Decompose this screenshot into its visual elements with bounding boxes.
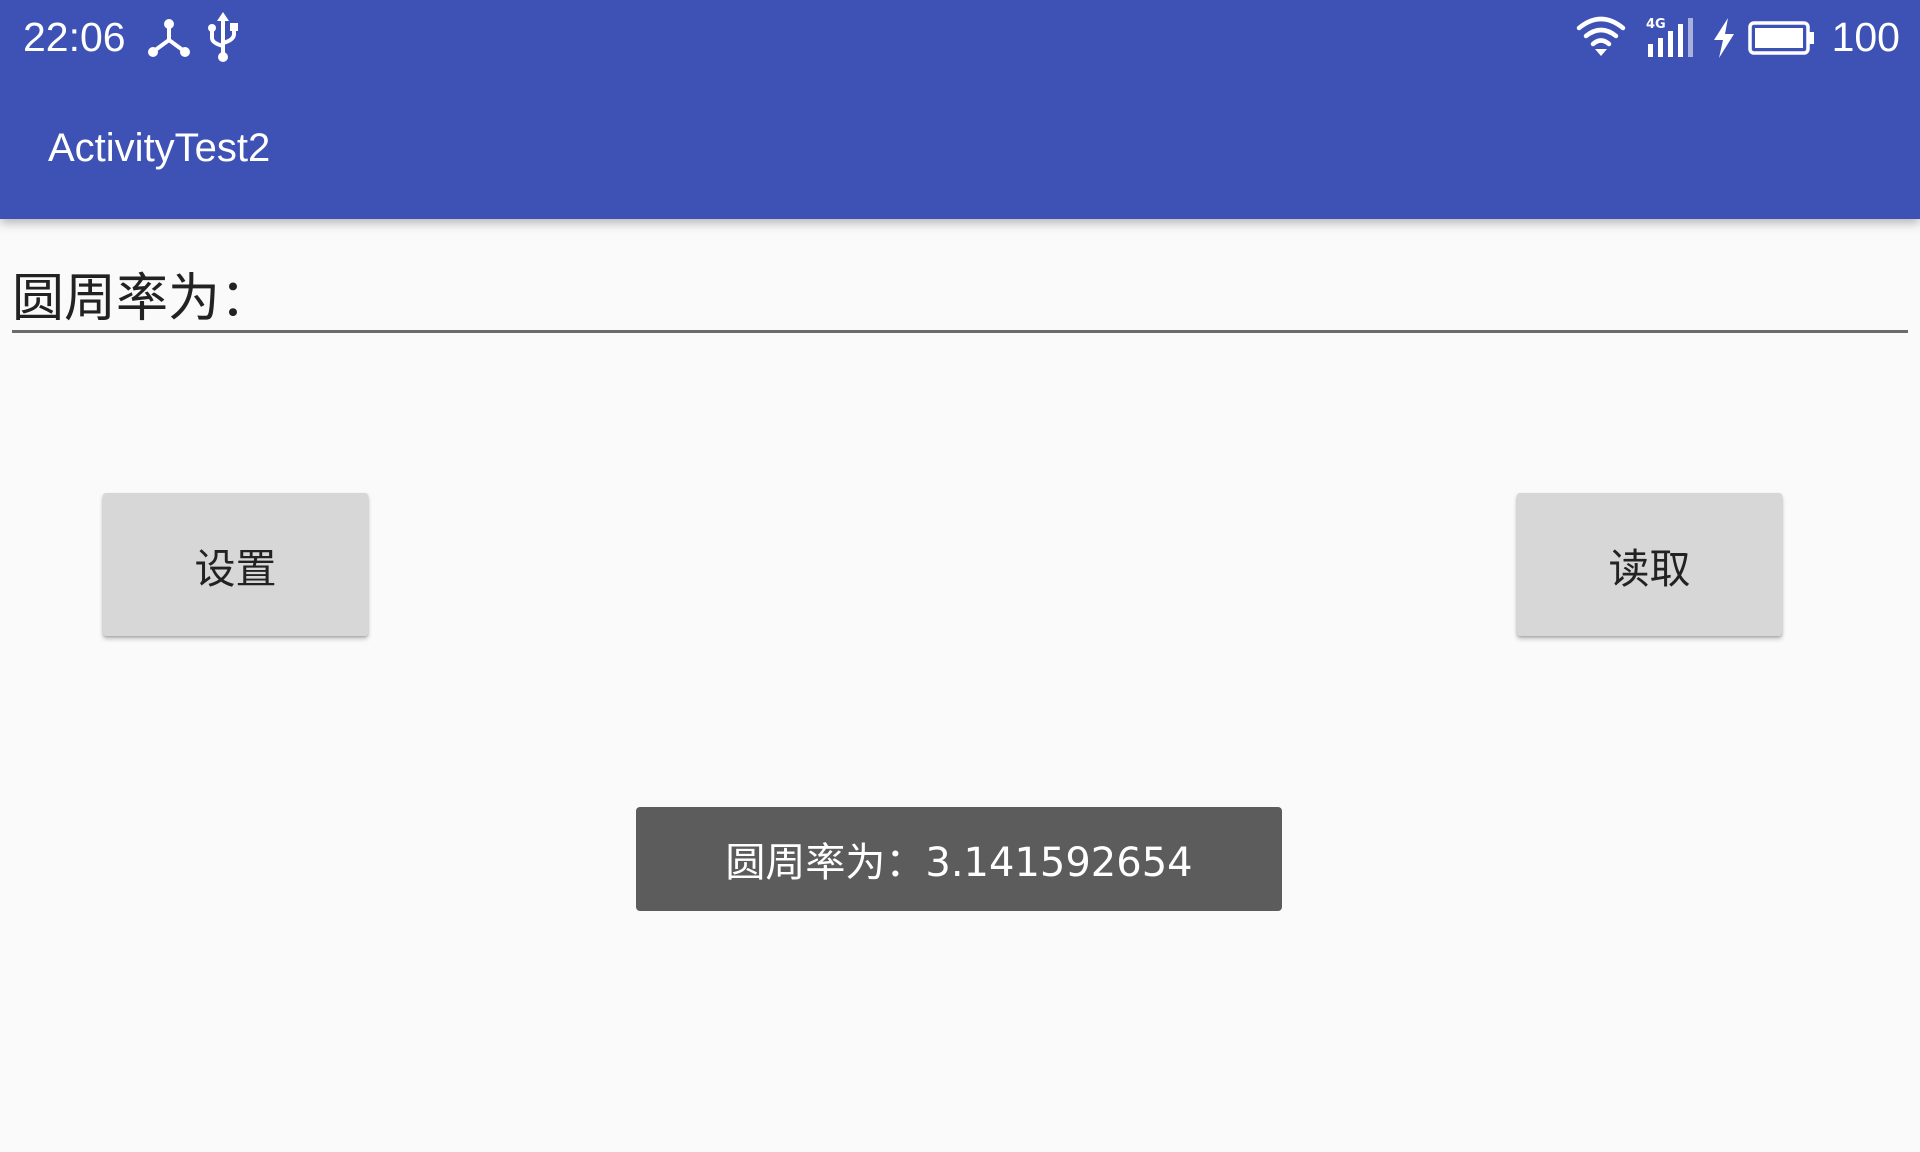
charging-icon (1714, 18, 1734, 58)
status-bar: 22:06 4G 100 (0, 0, 1920, 74)
battery-icon (1748, 21, 1814, 55)
app-title: ActivityTest2 (48, 126, 271, 170)
toast-text: 圆周率为：3.141592654 (725, 840, 1193, 886)
set-button[interactable]: 设置 (103, 493, 368, 636)
pi-input-text[interactable]: 圆周率为： (12, 256, 272, 331)
toast-message: 圆周率为：3.141592654 (636, 807, 1282, 911)
usb-icon (208, 12, 238, 62)
svg-text:4G: 4G (1646, 17, 1666, 32)
wifi-icon (1576, 16, 1626, 56)
screen: 22:06 4G 100 ActivityTest2 圆周率为： 设置 读取 圆… (0, 0, 1920, 1152)
set-button-label: 设置 (194, 544, 277, 593)
hotspot-icon (148, 19, 190, 57)
status-time: 22:06 (23, 14, 126, 60)
signal-4g-icon: 4G (1646, 17, 1693, 57)
pi-input-field[interactable]: 圆周率为： (12, 252, 1908, 333)
read-button[interactable]: 读取 (1517, 493, 1782, 636)
battery-level: 100 (1831, 14, 1900, 60)
app-bar: 22:06 4G 100 ActivityTest2 (0, 0, 1920, 219)
read-button-label: 读取 (1608, 544, 1691, 593)
